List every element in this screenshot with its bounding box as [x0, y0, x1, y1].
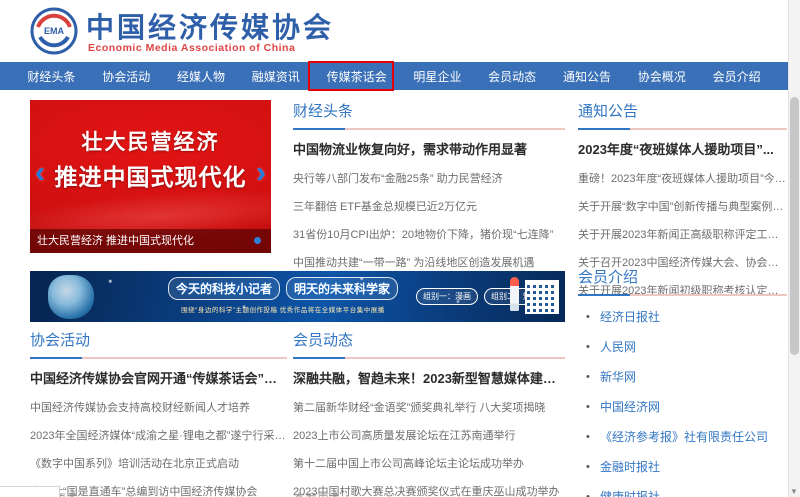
nav-item-star-enterprises[interactable]: 明星企业 [413, 68, 461, 85]
association-logo-icon[interactable]: EMA [30, 7, 78, 55]
section-member-intro: 会员介绍 经济日报社 人民网 新华网 中国经济网 《经济参考报》社有限责任公司 … [578, 266, 787, 497]
site-title: 中国经济传媒协会 [86, 12, 335, 43]
news-link[interactable]: 中国推动共建“一带一路” 为沿线地区创造发展机遇 [293, 254, 565, 270]
member-link-financial-times[interactable]: 金融时报社 [578, 459, 787, 476]
news-link[interactable]: 2023年全国经济媒体“成渝之星·锂电之都”遂宁行采访调研活动启动 [30, 427, 287, 443]
news-link[interactable]: 《数字中国系列》培训活动在北京正式启动 [30, 455, 287, 471]
section-divider [578, 294, 787, 296]
section-divider [293, 128, 565, 130]
notice-headline-link[interactable]: 2023年度“夜班媒体人援助项目”... [578, 139, 787, 158]
section-association-activities: 协会活动 中国经济传媒协会官网开通“传媒茶话会”栏目 中国经济传媒协会支持高校财… [30, 329, 287, 497]
activity-headline-link[interactable]: 中国经济传媒协会官网开通“传媒茶话会”栏目 [30, 368, 287, 387]
section-title[interactable]: 协会活动 [30, 329, 287, 350]
carousel-next-icon[interactable]: › [256, 158, 266, 188]
section-divider [578, 128, 787, 130]
carousel-dot-indicator[interactable] [254, 237, 261, 244]
section-member-news: 会员动态 深融共融，智趋未来！2023新型智慧媒体建设研讨会... 第二届新华财… [293, 329, 565, 497]
nav-item-media-info[interactable]: 融媒资讯 [252, 68, 300, 85]
nav-item-notices[interactable]: 通知公告 [563, 68, 611, 85]
news-link[interactable]: 第二届新华财经“金语奖”颁奖典礼举行 八大奖项揭晓 [293, 399, 565, 415]
section-title[interactable]: 通知公告 [578, 100, 787, 121]
notice-link[interactable]: 关于开展2023年新闻正高级职称评定工作安排的... [578, 226, 787, 242]
banner-title-part2: 明天的未来科学家 [286, 277, 399, 300]
member-link-peoples-net[interactable]: 人民网 [578, 339, 787, 356]
carousel-slide-text-line1: 壮大民营经济 [81, 131, 220, 154]
section-title[interactable]: 会员动态 [293, 329, 565, 350]
activity-news-list: 中国经济传媒协会支持高校财经新闻人才培养 2023年全国经济媒体“成渝之星·锂电… [30, 399, 287, 497]
notice-link[interactable]: 重磅！2023年度“夜班媒体人援助项目”今起开... [578, 170, 787, 186]
member-news-headline-link[interactable]: 深融共融，智趋未来！2023新型智慧媒体建设研讨会... [293, 368, 565, 387]
nav-item-member-news[interactable]: 会员动态 [488, 68, 536, 85]
banner-title-part1: 今天的科技小记者 [167, 277, 280, 300]
member-news-more-link[interactable]: 查看更多 [293, 490, 373, 497]
carousel-prev-icon[interactable]: ‹ [35, 158, 45, 188]
nav-item-media-people[interactable]: 经媒人物 [177, 68, 225, 85]
svg-text:EMA: EMA [44, 26, 65, 36]
science-reporter-banner[interactable]: 今天的科技小记者 明天的未来科学家 围绕“身边的科学”主题创作投稿 优秀作品将在… [30, 271, 565, 322]
nav-item-member-intro[interactable]: 会员介绍 [713, 68, 761, 85]
rocket-icon [510, 277, 519, 311]
astronaut-image [48, 275, 94, 319]
section-divider [293, 357, 565, 359]
news-link[interactable]: 央行等八部门发布“金融25条” 助力民营经济 [293, 170, 565, 186]
member-links-list: 经济日报社 人民网 新华网 中国经济网 《经济参考报》社有限责任公司 金融时报社… [578, 309, 787, 497]
news-link[interactable]: 中国经济传媒协会支持高校财经新闻人才培养 [30, 399, 287, 415]
scrollbar-thumb[interactable] [790, 97, 799, 355]
site-subtitle: Economic Media Association of China [88, 42, 296, 54]
browser-status-bubble [0, 486, 60, 497]
nav-item-association-overview[interactable]: 协会概况 [638, 68, 686, 85]
section-title[interactable]: 会员介绍 [578, 266, 787, 287]
banner-subtitle: 围绕“身边的科学”主题创作投稿 优秀作品将在全媒体平台集中展播 [181, 307, 385, 314]
finance-headline-link[interactable]: 中国物流业恢复向好，需求带动作用显著 [293, 139, 565, 158]
section-divider [30, 357, 287, 359]
site-header: EMA 中国经济传媒协会 Economic Media Association … [0, 0, 788, 62]
banner-text-group: 今天的科技小记者 明天的未来科学家 围绕“身边的科学”主题创作投稿 优秀作品将在… [158, 277, 408, 314]
member-link-xinhuanet[interactable]: 新华网 [578, 369, 787, 386]
member-news-list: 第二届新华财经“金语奖”颁奖典礼举行 八大奖项揭晓 2023上市公司高质量发展论… [293, 399, 565, 497]
main-nav: 财经头条 协会活动 经媒人物 融媒资讯 传媒茶话会 明星企业 会员动态 通知公告… [0, 62, 788, 90]
member-link-economic-daily[interactable]: 经济日报社 [578, 309, 787, 326]
carousel-slide-text-line2: 推进中国式现代化 [54, 164, 247, 190]
carousel-caption: 壮大民营经济 推进中国式现代化 [30, 229, 271, 253]
scrollbar-track[interactable]: ▼ [788, 0, 800, 497]
scroll-down-arrow-icon[interactable]: ▼ [788, 487, 800, 496]
banner-category1-button[interactable]: 组别一：漫画 [416, 288, 478, 305]
news-link[interactable]: 31省份10月CPI出炉：20地物价下降，猪价现“七连降” [293, 226, 565, 242]
nav-item-finance-headlines[interactable]: 财经头条 [27, 68, 75, 85]
section-finance-headlines: 财经头条 中国物流业恢复向好，需求带动作用显著 央行等八部门发布“金融25条” … [293, 100, 565, 298]
section-title[interactable]: 财经头条 [293, 100, 565, 121]
page: EMA 中国经济传媒协会 Economic Media Association … [0, 0, 800, 497]
qr-code [525, 280, 559, 314]
news-link[interactable]: 2023上市公司高质量发展论坛在江苏南通举行 [293, 427, 565, 443]
hero-carousel[interactable]: 壮大民营经济 推进中国式现代化 ‹ › 壮大民营经济 推进中国式现代化 [30, 100, 271, 253]
news-link[interactable]: 第十二届中国上市公司高峰论坛主论坛成功举办 [293, 455, 565, 471]
nav-item-association-activities[interactable]: 协会活动 [102, 68, 150, 85]
notice-link[interactable]: 关于开展“数字中国”创新传播与典型案例征集及... [578, 198, 787, 214]
member-link-china-economic-net[interactable]: 中国经济网 [578, 399, 787, 416]
nav-item-media-tea-talk[interactable]: 传媒茶话会 [327, 68, 387, 85]
member-link-economic-reference[interactable]: 《经济参考报》社有限责任公司 [578, 429, 787, 446]
news-link[interactable]: 三年翻倍 ETF基金总规模已近2万亿元 [293, 198, 565, 214]
member-link-health-times[interactable]: 健康时报社 [578, 489, 787, 497]
